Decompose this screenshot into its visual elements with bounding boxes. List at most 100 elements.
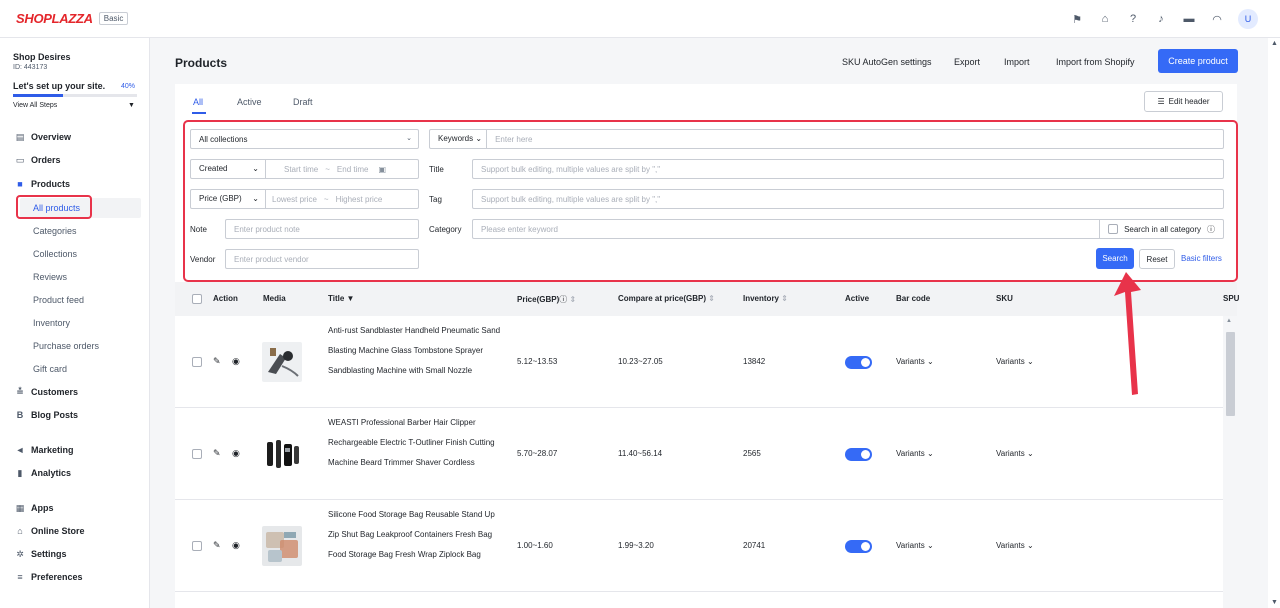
sidebar-subitem-purchase-orders[interactable]: Purchase orders [33, 341, 99, 351]
sidebar-item-settings[interactable]: ✲ Settings [15, 549, 67, 560]
sidebar-item-label: Analytics [31, 468, 72, 478]
sidebar-item-apps[interactable]: ▦ Apps [15, 503, 54, 514]
sidebar-item-products[interactable]: ■ Products [15, 179, 70, 189]
product-inventory: 2565 [743, 449, 761, 458]
edit-header-label: Edit header [1168, 97, 1210, 106]
import-from-shopify-button[interactable]: Import from Shopify [1056, 57, 1135, 67]
view-icon[interactable]: ◉ [232, 540, 240, 551]
chevron-down-icon[interactable]: ▼ [128, 102, 135, 109]
shop-id: ID: 443173 [13, 64, 48, 71]
sidebar-item-overview[interactable]: ▤ Overview [15, 132, 72, 143]
sidebar-item-label: Customers [31, 387, 79, 397]
flag-icon[interactable]: ⚑ [1070, 12, 1084, 26]
sidebar-subitem-collections[interactable]: Collections [33, 249, 77, 259]
edit-icon[interactable]: ✎ [213, 540, 221, 551]
product-thumbnail[interactable] [262, 342, 302, 382]
row-checkbox[interactable] [192, 449, 202, 459]
view-icon[interactable]: ◉ [232, 448, 240, 459]
table-header: Action Media Title ▼ Price(GBP)ⓘ ⇕ Compa… [175, 282, 1239, 316]
column-title-label: Title [328, 294, 345, 303]
tab-draft[interactable]: Draft [293, 97, 313, 107]
sidebar-item-marketing[interactable]: ◄ Marketing [15, 445, 74, 455]
sidebar-subitem-categories[interactable]: Categories [33, 226, 77, 236]
tab-all[interactable]: All [193, 97, 203, 107]
sku-variants-dropdown[interactable]: Variants ⌄ [996, 449, 1034, 458]
sidebar-item-orders[interactable]: ▭ Orders [15, 155, 61, 166]
barcode-variants-dropdown[interactable]: Variants ⌄ [896, 449, 934, 458]
notification-icon[interactable]: ♪ [1154, 12, 1168, 26]
sidebar-item-customers[interactable]: ≛ Customers [15, 387, 79, 398]
edit-header-button[interactable]: ☰ Edit header [1144, 91, 1223, 112]
product-title[interactable]: Anti-rust Sandblaster Handheld Pneumatic… [328, 321, 508, 381]
sidebar-item-label: Settings [31, 549, 67, 559]
import-button[interactable]: Import [1004, 57, 1030, 67]
sku-autogen-settings-button[interactable]: SKU AutoGen settings [842, 57, 932, 67]
view-all-steps-link[interactable]: View All Steps [13, 102, 57, 109]
product-title[interactable]: Silicone Food Storage Bag Reusable Stand… [328, 505, 508, 565]
message-icon[interactable]: ▬ [1182, 12, 1196, 26]
column-compare-price[interactable]: Compare at price(GBP) ⇕ [618, 294, 715, 303]
barcode-variants-dropdown[interactable]: Variants ⌄ [896, 541, 934, 550]
sidebar-subitem-inventory[interactable]: Inventory [33, 318, 70, 328]
product-compare-price: 11.40~56.14 [618, 449, 663, 458]
create-product-button[interactable]: Create product [1158, 49, 1238, 73]
scroll-up-icon[interactable]: ▲ [1226, 318, 1232, 324]
sidebar-item-label: Apps [31, 503, 54, 513]
sidebar-subitem-gift-card[interactable]: Gift card [33, 364, 67, 374]
product-active-toggle[interactable] [845, 540, 872, 553]
sidebar-item-label: Preferences [31, 572, 83, 582]
brand-logo[interactable]: SHOPLAZZA Basic [16, 11, 129, 26]
select-all-checkbox[interactable] [192, 294, 202, 304]
column-inventory[interactable]: Inventory ⇕ [743, 294, 788, 303]
column-title[interactable]: Title ▼ [328, 294, 354, 303]
chevron-down-icon: ⌄ [927, 357, 934, 366]
sort-icon: ⇕ [781, 294, 788, 303]
barcode-variants-dropdown[interactable]: Variants ⌄ [896, 357, 934, 366]
product-thumbnail[interactable] [262, 526, 302, 566]
sidebar-subitem-product-feed[interactable]: Product feed [33, 295, 84, 305]
shop-name[interactable]: Shop Desires [13, 52, 71, 62]
column-price[interactable]: Price(GBP)ⓘ ⇕ [517, 294, 576, 305]
view-icon[interactable]: ◉ [232, 356, 240, 367]
product-active-toggle[interactable] [845, 356, 872, 369]
sidebar-item-label: Overview [31, 132, 72, 142]
sort-icon: ⇕ [708, 294, 715, 303]
sidebar-item-online-store[interactable]: ⌂ Online Store [15, 526, 84, 536]
edit-icon[interactable]: ✎ [213, 356, 221, 367]
sku-variants-dropdown[interactable]: Variants ⌄ [996, 541, 1034, 550]
products-card: All Active Draft ☰ Edit header All colle… [175, 84, 1239, 608]
row-checkbox[interactable] [192, 357, 202, 367]
table-scrollbar-thumb[interactable] [1226, 332, 1235, 416]
column-sku: SKU [996, 294, 1013, 303]
store-front-icon[interactable]: ⌂ [1098, 12, 1112, 26]
sort-icon: ⇕ [569, 295, 577, 304]
table-row[interactable]: ✎ ◉ Anti-rust Sandblaster Handheld Pneum… [175, 316, 1237, 408]
product-thumbnail[interactable] [262, 434, 302, 474]
edit-icon[interactable]: ✎ [213, 448, 221, 459]
table-scrollbar[interactable]: ▲ [1223, 316, 1237, 608]
sidebar-item-preferences[interactable]: ≡ Preferences [15, 572, 83, 582]
tab-active[interactable]: Active [237, 97, 262, 107]
sidebar-item-analytics[interactable]: ▮ Analytics [15, 468, 72, 479]
table-row[interactable]: ✎ ◉ Silicone Food Storage Bag Reusable S… [175, 500, 1237, 592]
sidebar-item-blog-posts[interactable]: B Blog Posts [15, 410, 78, 420]
page-scrollbar[interactable]: ▲ ▼ [1268, 38, 1280, 608]
scroll-down-icon[interactable]: ▼ [1271, 599, 1278, 606]
scroll-up-icon[interactable]: ▲ [1271, 40, 1278, 47]
product-inventory: 13842 [743, 357, 766, 366]
table-row[interactable]: ✎ ◉ WEASTI Professional Barber Hair Clip… [175, 408, 1237, 500]
sidebar-item-label: Blog Posts [31, 410, 79, 420]
help-icon[interactable]: ⓘ [559, 295, 567, 304]
product-title[interactable]: WEASTI Professional Barber Hair Clipper … [328, 413, 508, 473]
sidebar-subitem-reviews[interactable]: Reviews [33, 272, 67, 282]
help-icon[interactable]: ? [1126, 12, 1140, 26]
avatar[interactable]: U [1238, 9, 1258, 29]
top-icon-group: ⚑ ⌂ ? ♪ ▬ ◠ U [1070, 9, 1258, 29]
wifi-icon[interactable]: ◠ [1210, 12, 1224, 26]
sku-variants-dropdown[interactable]: Variants ⌄ [996, 357, 1034, 366]
export-button[interactable]: Export [954, 57, 980, 67]
product-active-toggle[interactable] [845, 448, 872, 461]
product-price: 5.12~13.53 [517, 357, 558, 366]
row-checkbox[interactable] [192, 541, 202, 551]
setup-text: Let's set up your site. [13, 81, 106, 91]
